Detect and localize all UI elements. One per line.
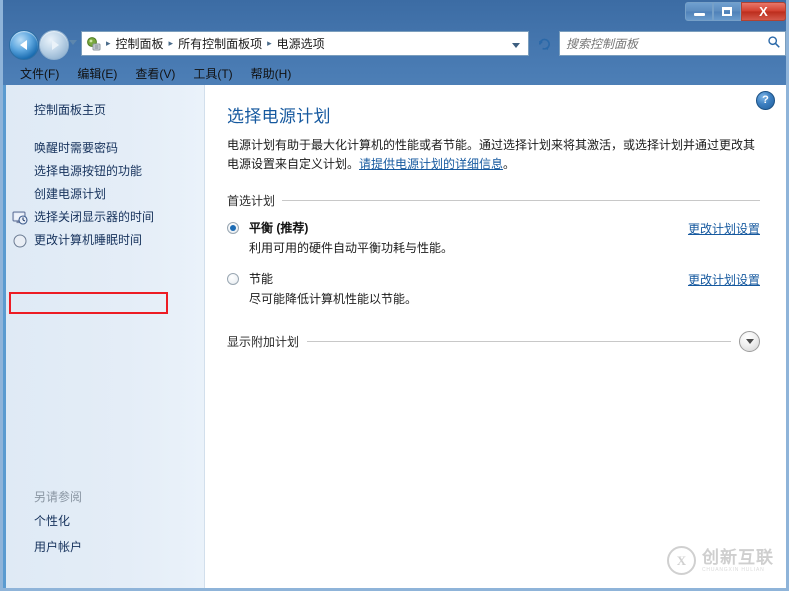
menu-edit[interactable]: 编辑(E) [68, 63, 126, 84]
see-also-link-personalization[interactable]: 个性化 [34, 512, 204, 529]
sidebar-item-label: 选择关闭显示器的时间 [34, 210, 155, 224]
refresh-icon [538, 38, 550, 51]
plan-row-power-saver[interactable]: 节能 尽可能降低计算机性能以节能。 更改计划设置 [227, 271, 760, 308]
forward-arrow-icon [51, 40, 59, 50]
sidebar-item-require-password-on-wakeup[interactable]: 唤醒时需要密码 [6, 137, 204, 160]
sidebar: 控制面板主页 唤醒时需要密码 选择电源按钮的功能 创建电源计划 选择关闭显示器的… [3, 85, 205, 588]
highlight-annotation-box [9, 292, 168, 314]
content-pane: ? 选择电源计划 电源计划有助于最大化计算机的性能或者节能。通过选择计划来将其激… [205, 85, 786, 588]
power-plan-details-link[interactable]: 请提供电源计划的详细信息 [359, 157, 503, 171]
window-body: 控制面板主页 唤醒时需要密码 选择电源按钮的功能 创建电源计划 选择关闭显示器的… [3, 85, 786, 588]
close-icon: X [759, 4, 768, 19]
preferred-plans-label: 首选计划 [227, 194, 276, 208]
sidebar-item-label: 控制面板主页 [34, 103, 107, 117]
control-panel-icon [86, 36, 102, 52]
navigation-bar: ▸ 控制面板 ▸ 所有控制面板项 ▸ 电源选项 [3, 26, 789, 62]
sidebar-item-label: 选择电源按钮的功能 [34, 164, 143, 178]
watermark-chinese-text: 创新互联 [702, 547, 774, 567]
help-glyph: ? [762, 94, 769, 106]
sidebar-item-label: 创建电源计划 [34, 187, 107, 201]
history-dropdown-icon[interactable] [69, 40, 77, 45]
breadcrumb-separator: ▸ [168, 38, 174, 48]
page-description-period: 。 [503, 157, 516, 171]
maximize-button[interactable] [713, 2, 741, 21]
menu-bar: 文件(F) 编辑(E) 查看(V) 工具(T) 帮助(H) [3, 62, 789, 85]
address-dropdown-icon[interactable] [512, 43, 520, 48]
watermark-logo-icon: X [667, 546, 696, 575]
show-additional-plans-row[interactable]: 显示附加计划 [227, 331, 760, 352]
menu-view[interactable]: 查看(V) [126, 63, 184, 84]
see-also-section: 另请参阅 个性化 用户帐户 [6, 488, 204, 564]
change-plan-settings-link-power-saver[interactable]: 更改计划设置 [688, 271, 760, 288]
search-input[interactable] [560, 35, 763, 52]
breadcrumb-separator: ▸ [267, 38, 272, 48]
forward-button[interactable] [39, 30, 69, 60]
plan-description-balanced: 利用可用的硬件自动平衡功耗与性能。 [249, 241, 454, 255]
refresh-button[interactable] [533, 33, 555, 54]
see-also-link-user-accounts[interactable]: 用户帐户 [34, 538, 204, 555]
sidebar-item-label: 更改计算机睡眠时间 [34, 233, 143, 247]
menu-tools[interactable]: 工具(T) [184, 63, 241, 84]
group-divider [282, 200, 760, 201]
sidebar-item-change-computer-sleep-time[interactable]: 更改计算机睡眠时间 [6, 229, 204, 252]
menu-file[interactable]: 文件(F) [11, 63, 68, 84]
minimize-button[interactable] [685, 2, 713, 21]
watermark-english-text: CHUANGXIN HULIAN [702, 566, 765, 573]
minimize-icon [693, 13, 705, 16]
page-description: 电源计划有助于最大化计算机的性能或者节能。通过选择计划来将其激活，或选择计划并通… [227, 136, 755, 174]
page-title: 选择电源计划 [227, 107, 331, 126]
additional-divider [307, 341, 731, 342]
preferred-plans-group-header: 首选计划 [227, 192, 760, 209]
breadcrumb-separator: ▸ [106, 38, 111, 48]
show-additional-plans-label: 显示附加计划 [227, 335, 300, 349]
plan-name-balanced: 平衡 (推荐) [249, 221, 309, 235]
chevron-down-icon [745, 338, 754, 344]
plan-radio-balanced[interactable] [227, 222, 239, 234]
watermark-texts: 创新互联 CHUANGXIN HULIAN [702, 547, 774, 573]
sidebar-item-control-panel-home[interactable]: 控制面板主页 [6, 99, 204, 122]
change-plan-settings-link-balanced[interactable]: 更改计划设置 [688, 220, 760, 237]
maximize-icon [722, 7, 732, 16]
menu-help[interactable]: 帮助(H) [242, 63, 301, 84]
search-box[interactable] [559, 31, 786, 56]
address-bar[interactable]: ▸ 控制面板 ▸ 所有控制面板项 ▸ 电源选项 [81, 31, 529, 56]
breadcrumb-item-1[interactable]: 所有控制面板项 [175, 35, 265, 52]
sidebar-item-label: 唤醒时需要密码 [34, 141, 119, 155]
plan-name-power-saver: 节能 [249, 272, 274, 286]
monitor-clock-icon [12, 210, 28, 226]
help-icon[interactable]: ? [756, 91, 775, 110]
title-bar: X [3, 0, 789, 26]
window-controls: X [685, 2, 786, 21]
plan-row-balanced[interactable]: 平衡 (推荐) 利用可用的硬件自动平衡功耗与性能。 更改计划设置 [227, 220, 760, 257]
plan-radio-power-saver[interactable] [227, 273, 239, 285]
watermark: X 创新互联 CHUANGXIN HULIAN [667, 546, 774, 575]
breadcrumb-item-0[interactable]: 控制面板 [113, 35, 167, 52]
search-icon[interactable] [763, 35, 785, 52]
sidebar-item-choose-when-to-turn-off-display[interactable]: 选择关闭显示器的时间 [6, 206, 204, 229]
back-arrow-icon [19, 40, 27, 50]
sidebar-item-choose-power-button-action[interactable]: 选择电源按钮的功能 [6, 160, 204, 183]
plan-description-power-saver: 尽可能降低计算机性能以节能。 [249, 292, 418, 306]
moon-sleep-icon [12, 233, 28, 249]
sidebar-item-create-power-plan[interactable]: 创建电源计划 [6, 183, 204, 206]
close-button[interactable]: X [741, 2, 786, 21]
expand-additional-plans-button[interactable] [739, 331, 760, 352]
see-also-title: 另请参阅 [34, 490, 83, 504]
breadcrumb-item-2[interactable]: 电源选项 [274, 35, 328, 52]
power-options-window: X ▸ 控制面板 ▸ 所有控制面板项 ▸ 电源选项 搜索控制面板 文件(F) 编… [0, 0, 789, 591]
back-button[interactable] [9, 30, 39, 60]
